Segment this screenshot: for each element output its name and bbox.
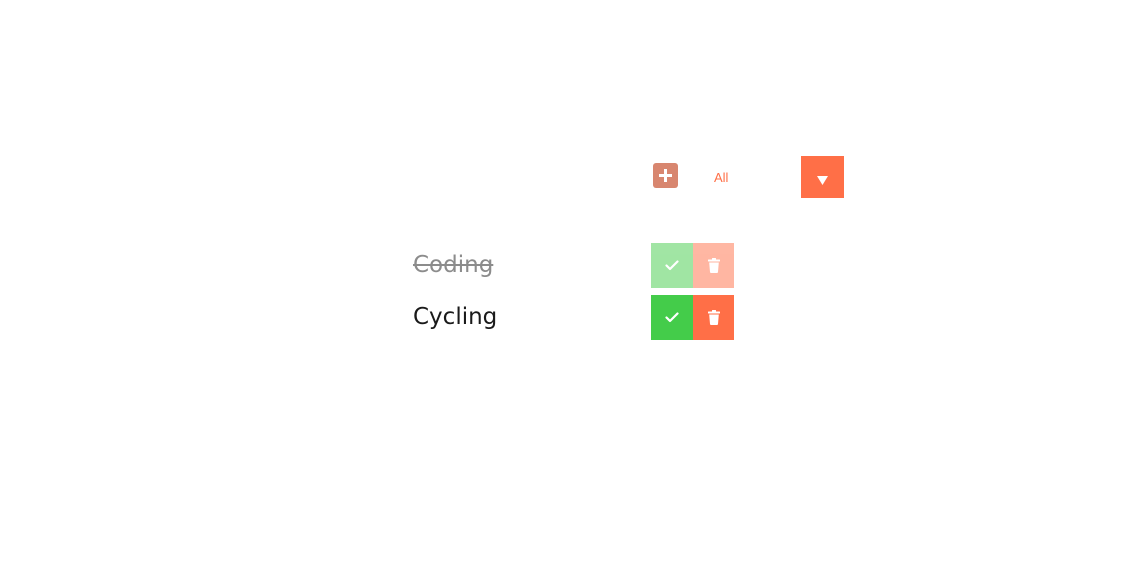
todo-item: Cycling bbox=[412, 295, 734, 340]
trash-icon bbox=[707, 258, 720, 273]
check-icon bbox=[665, 260, 679, 271]
todo-text: Coding bbox=[413, 252, 494, 278]
triangle-down-icon bbox=[817, 170, 828, 185]
add-todo-button[interactable] bbox=[653, 163, 678, 188]
delete-button[interactable] bbox=[693, 243, 734, 288]
todo-app: All Coding Cycling bbox=[0, 0, 1139, 583]
filter-select[interactable]: All bbox=[696, 156, 844, 198]
filter-selected-value: All bbox=[714, 170, 729, 185]
todo-text: Cycling bbox=[413, 304, 498, 330]
complete-button[interactable] bbox=[651, 295, 693, 340]
complete-button[interactable] bbox=[651, 243, 693, 288]
todo-list: Coding Cycling bbox=[412, 243, 734, 347]
filter-dropdown-toggle[interactable] bbox=[801, 156, 844, 198]
check-icon bbox=[665, 312, 679, 323]
plus-icon bbox=[659, 169, 672, 182]
delete-button[interactable] bbox=[693, 295, 734, 340]
todo-item: Coding bbox=[412, 243, 734, 288]
trash-icon bbox=[707, 310, 720, 325]
